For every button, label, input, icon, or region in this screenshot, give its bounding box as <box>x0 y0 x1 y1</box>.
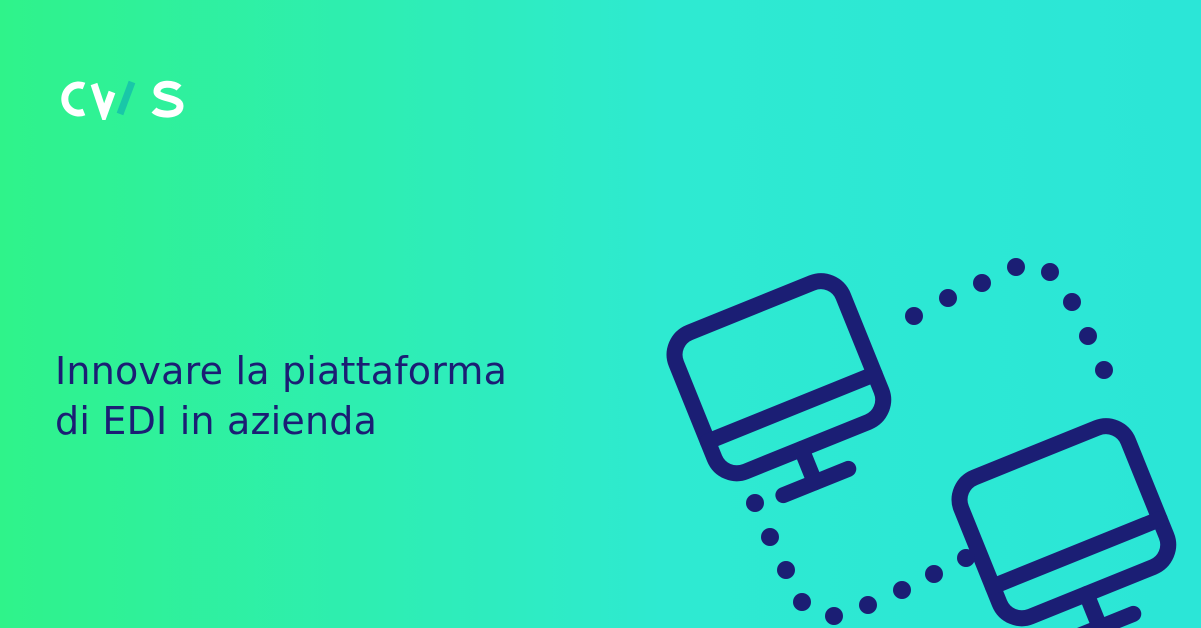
cws-logo: CWS <box>54 78 190 120</box>
headline-line-1: Innovare la piattaforma <box>55 349 508 394</box>
headline-line-2: di EDI in azienda <box>55 399 378 444</box>
cws-logo-mark <box>61 80 184 120</box>
computer-monitor-icon <box>951 418 1177 628</box>
network-illustration <box>660 250 1200 628</box>
dotted-connection-icon <box>905 258 1113 379</box>
dotted-connection-icon <box>746 494 975 625</box>
headline: Innovare la piattaforma di EDI in aziend… <box>55 346 615 446</box>
computer-monitor-icon <box>666 273 892 504</box>
network-illustration-svg <box>666 258 1177 628</box>
